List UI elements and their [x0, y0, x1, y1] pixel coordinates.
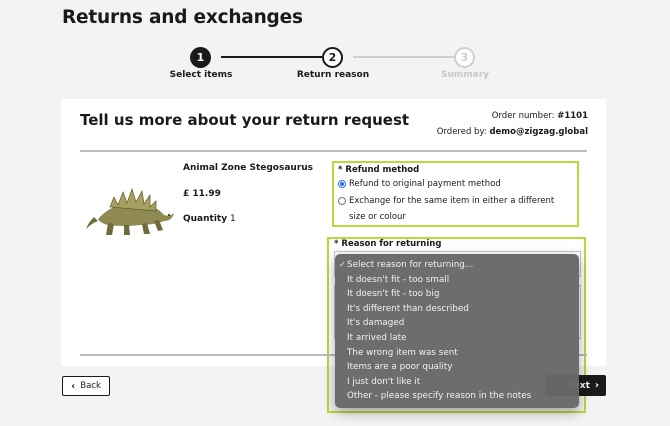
refund-option-original-label: Refund to original payment method	[349, 179, 501, 189]
reason-option-label: It doesn't fit - too big	[347, 289, 440, 300]
ordered-by-value: demo@zigzag.global	[489, 127, 588, 137]
step-2-label: Return reason	[296, 70, 370, 80]
chevron-right-icon: ›	[594, 380, 599, 391]
order-number: Order number: #1101	[492, 111, 588, 121]
progress-stepper: 1 2 3 Select items Return reason Summary	[0, 45, 670, 85]
radio-refund-exchange[interactable]	[338, 197, 346, 205]
reason-option-label: Select reason for returning...	[347, 260, 474, 270]
reason-option[interactable]: It doesn't fit - too big	[335, 287, 579, 302]
reason-option-label: It's damaged	[347, 318, 405, 329]
checkmark-icon: ✓	[339, 260, 346, 269]
reason-option[interactable]: Other - please specify reason in the not…	[335, 389, 579, 404]
order-number-label: Order number:	[491, 111, 555, 121]
radio-refund-original[interactable]	[338, 180, 346, 188]
reason-option-label: Items are a poor quality	[347, 362, 453, 373]
step-1-label: Select items	[169, 70, 233, 80]
refund-method-label: * Refund method	[338, 165, 420, 175]
refund-method-group: * Refund method Refund to original payme…	[332, 161, 579, 227]
refund-option-original[interactable]: Refund to original payment method	[338, 176, 573, 192]
reason-option-label: It's different than described	[347, 303, 469, 314]
reason-option[interactable]: It arrived late	[335, 331, 579, 346]
step-3-label: Summary	[440, 70, 490, 80]
reason-option-label: I just don't like it	[347, 376, 421, 387]
back-button-label: Back	[80, 381, 101, 391]
reason-option-label: It arrived late	[347, 332, 407, 343]
reason-option-label: Other - please specify reason in the not…	[347, 391, 532, 402]
quantity-value: 1	[229, 214, 236, 224]
step-3-circle: 3	[454, 47, 475, 68]
chevron-left-icon: ‹	[71, 380, 76, 392]
page-title: Returns and exchanges	[62, 7, 303, 28]
reason-option[interactable]: It's different than described	[335, 302, 579, 317]
ordered-by: Ordered by: demo@zigzag.global	[437, 127, 588, 137]
step-1-circle[interactable]: 1	[190, 47, 211, 68]
reason-label: * Reason for returning	[334, 239, 442, 249]
reason-option[interactable]: It doesn't fit - too small	[335, 273, 579, 288]
order-number-value: #1101	[557, 111, 588, 121]
reason-option[interactable]: Items are a poor quality	[335, 360, 579, 375]
step-connector-2	[353, 56, 454, 58]
reason-option[interactable]: ✓ Select reason for returning...	[335, 258, 579, 273]
reason-dropdown-menu: ✓ Select reason for returning... It doesn…	[335, 254, 579, 408]
quantity-label: Quantity	[183, 214, 228, 224]
reason-option-label: It doesn't fit - too small	[347, 274, 450, 285]
reason-option[interactable]: It's damaged	[335, 316, 579, 331]
refund-option-exchange[interactable]: Exchange for the same item in either a d…	[338, 193, 573, 225]
reason-option[interactable]: The wrong item was sent	[335, 346, 579, 361]
back-button[interactable]: ‹ Back	[62, 376, 110, 396]
product-name: Animal Zone Stegosaurus	[183, 163, 314, 173]
divider-top	[80, 150, 587, 152]
refund-option-exchange-label: Exchange for the same item in either a d…	[349, 196, 555, 222]
step-2-circle: 2	[322, 47, 343, 68]
card-title: Tell us more about your return request	[80, 111, 410, 129]
step-connector-1	[221, 56, 322, 58]
product-quantity: Quantity 1	[183, 214, 236, 224]
product-price: £ 11.99	[183, 189, 221, 199]
ordered-by-label: Ordered by:	[436, 127, 487, 137]
reason-option[interactable]: I just don't like it	[335, 375, 579, 390]
reason-option-label: The wrong item was sent	[347, 347, 458, 358]
product-image	[86, 187, 174, 235]
